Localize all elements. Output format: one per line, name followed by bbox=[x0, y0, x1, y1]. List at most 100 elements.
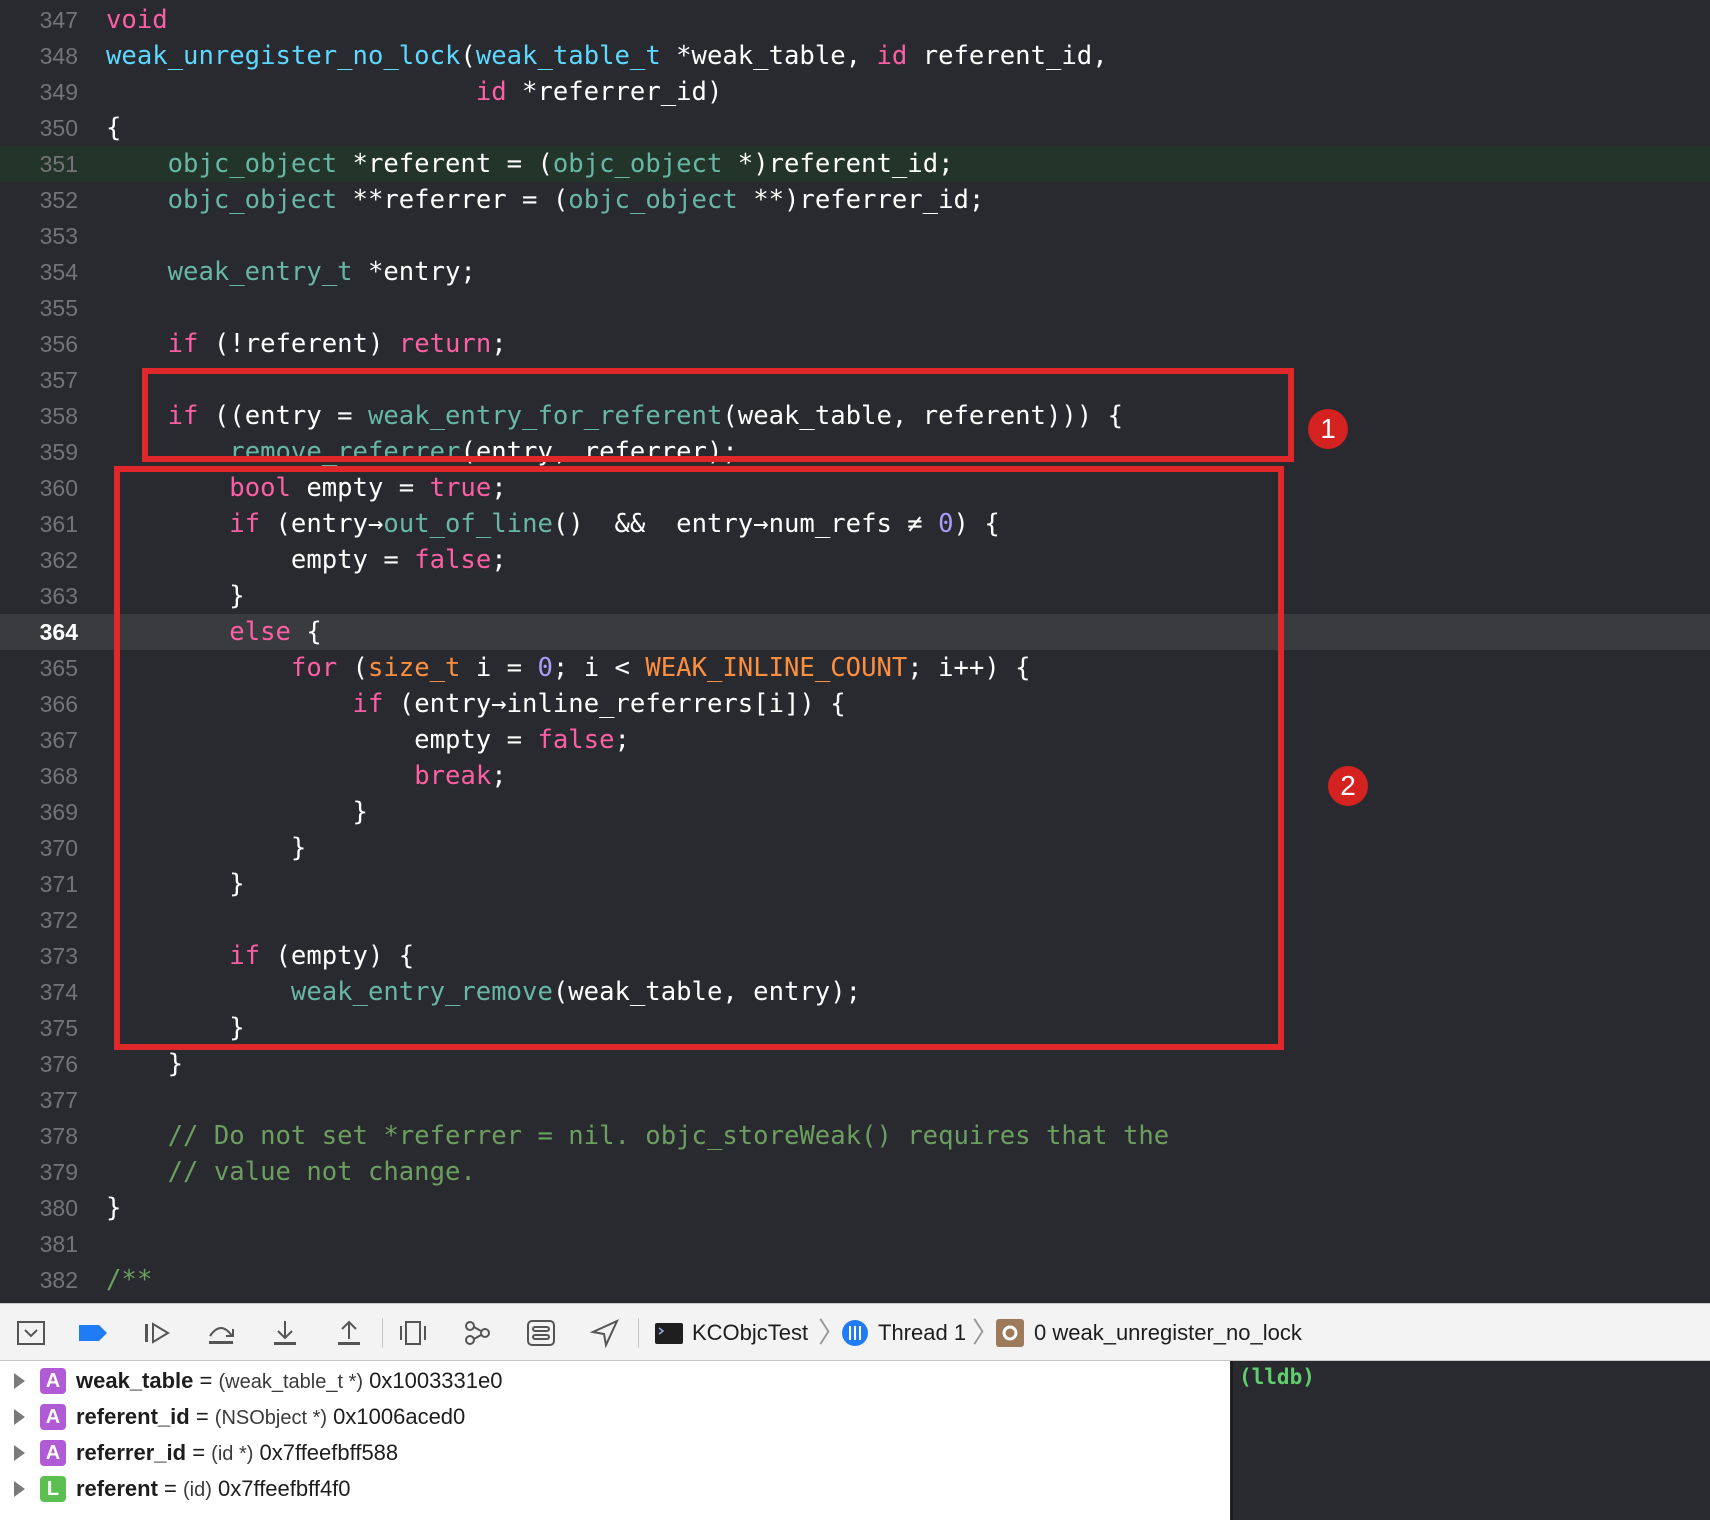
line-number[interactable]: 380 bbox=[0, 1190, 78, 1226]
line-number[interactable]: 355 bbox=[0, 290, 78, 326]
code-line[interactable]: 381 bbox=[0, 1226, 1710, 1262]
line-number[interactable]: 374 bbox=[0, 974, 78, 1010]
variable-type: (id) bbox=[183, 1479, 212, 1501]
line-number[interactable]: 356 bbox=[0, 326, 78, 362]
continue-icon[interactable] bbox=[142, 1318, 172, 1348]
breakpoints-toggle-icon[interactable] bbox=[78, 1318, 108, 1348]
line-number[interactable]: 371 bbox=[0, 866, 78, 902]
variable-equals: = bbox=[157, 1476, 183, 1501]
source-editor[interactable]: 347 void 348 weak_unregister_no_lock(weak_t… bbox=[0, 0, 1710, 1303]
line-number[interactable]: 368 bbox=[0, 758, 78, 794]
line-number[interactable]: 381 bbox=[0, 1226, 78, 1262]
line-number[interactable]: 382 bbox=[0, 1262, 78, 1298]
code-line[interactable]: 354 weak_entry_t *entry; bbox=[0, 254, 1710, 290]
disclosure-triangle-icon[interactable] bbox=[14, 1409, 25, 1425]
code-line[interactable]: 356 if (!referent) return; bbox=[0, 326, 1710, 362]
line-number[interactable]: 366 bbox=[0, 686, 78, 722]
code-token: // value not change. bbox=[167, 1157, 476, 1187]
variable-row[interactable]: Aweak_table = (weak_table_t *) 0x1003331… bbox=[0, 1363, 1230, 1399]
line-number[interactable]: 352 bbox=[0, 182, 78, 218]
step-out-icon[interactable] bbox=[334, 1318, 364, 1348]
disclosure-triangle-icon[interactable] bbox=[14, 1445, 25, 1461]
variable-text: referrer_id = (id *) 0x7ffeefbff588 bbox=[76, 1435, 398, 1472]
variable-row[interactable]: Areferrer_id = (id *) 0x7ffeefbff588 bbox=[0, 1435, 1230, 1471]
code-token: weak_entry_t bbox=[167, 257, 353, 287]
variable-kind-badge: A bbox=[40, 1404, 66, 1430]
code-text: // Do not set *referrer = nil. objc_stor… bbox=[106, 1118, 1170, 1154]
line-number[interactable]: 359 bbox=[0, 434, 78, 470]
line-number[interactable]: 360 bbox=[0, 470, 78, 506]
variable-text: referent = (id) 0x7ffeefbff4f0 bbox=[76, 1471, 351, 1508]
code-line[interactable]: 350 { bbox=[0, 110, 1710, 146]
step-into-icon[interactable] bbox=[270, 1318, 300, 1348]
code-line[interactable]: 348 weak_unregister_no_lock(weak_table_t … bbox=[0, 38, 1710, 74]
line-number[interactable]: 348 bbox=[0, 38, 78, 74]
line-number[interactable]: 354 bbox=[0, 254, 78, 290]
code-token: objc_object bbox=[167, 185, 338, 215]
line-number[interactable]: 358 bbox=[0, 398, 78, 434]
line-number[interactable]: 347 bbox=[0, 2, 78, 38]
code-token: **)referrer_id; bbox=[737, 185, 985, 215]
code-token: (!referent) bbox=[198, 329, 399, 359]
line-number[interactable]: 372 bbox=[0, 902, 78, 938]
line-number[interactable]: 362 bbox=[0, 542, 78, 578]
variable-name: weak_table bbox=[76, 1368, 194, 1393]
environment-overrides-icon[interactable] bbox=[526, 1318, 556, 1348]
code-token: *entry; bbox=[352, 257, 476, 287]
annotation-box-2 bbox=[114, 466, 1284, 1050]
debug-toolbar: KCObjcTest 〉 Thread 1 〉 0 weak_unregiste… bbox=[0, 1303, 1710, 1361]
code-line[interactable]: 351 objc_object *referent = (objc_object… bbox=[0, 146, 1710, 182]
line-number[interactable]: 377 bbox=[0, 1082, 78, 1118]
stack-frame-icon bbox=[996, 1319, 1024, 1347]
process-crumb[interactable]: KCObjcTest bbox=[692, 1304, 808, 1362]
line-number[interactable]: 373 bbox=[0, 938, 78, 974]
frame-crumb[interactable]: 0 weak_unregister_no_lock bbox=[1034, 1304, 1302, 1362]
line-number[interactable]: 378 bbox=[0, 1118, 78, 1154]
line-number[interactable]: 349 bbox=[0, 74, 78, 110]
step-over-icon[interactable] bbox=[206, 1318, 236, 1348]
code-line[interactable]: 378 // Do not set *referrer = nil. objc_… bbox=[0, 1118, 1710, 1154]
line-number[interactable]: 375 bbox=[0, 1010, 78, 1046]
line-number[interactable]: 363 bbox=[0, 578, 78, 614]
line-number[interactable]: 357 bbox=[0, 362, 78, 398]
code-line[interactable]: 355 bbox=[0, 290, 1710, 326]
code-line[interactable]: 382 /** bbox=[0, 1262, 1710, 1298]
line-number[interactable]: 370 bbox=[0, 830, 78, 866]
code-line[interactable]: 349 id *referrer_id) bbox=[0, 74, 1710, 110]
view-hierarchy-icon[interactable] bbox=[398, 1318, 428, 1348]
line-number[interactable]: 369 bbox=[0, 794, 78, 830]
code-line[interactable]: 376 } bbox=[0, 1046, 1710, 1082]
hide-debug-area-icon[interactable] bbox=[16, 1318, 46, 1348]
lldb-console[interactable]: (lldb) bbox=[1231, 1361, 1710, 1520]
code-line[interactable]: 377 bbox=[0, 1082, 1710, 1118]
variable-value: 0x1003331e0 bbox=[363, 1368, 503, 1393]
code-line[interactable]: 352 objc_object **referrer = (objc_objec… bbox=[0, 182, 1710, 218]
disclosure-triangle-icon[interactable] bbox=[14, 1373, 25, 1389]
memory-graph-icon[interactable] bbox=[462, 1318, 492, 1348]
code-text: objc_object *referent = (objc_object *)r… bbox=[106, 146, 954, 182]
code-line[interactable]: 353 bbox=[0, 218, 1710, 254]
variable-row[interactable]: Lreferent = (id) 0x7ffeefbff4f0 bbox=[0, 1471, 1230, 1507]
variable-row[interactable]: Areferent_id = (NSObject *) 0x1006aced0 bbox=[0, 1399, 1230, 1435]
line-number[interactable]: 365 bbox=[0, 650, 78, 686]
simulate-location-icon[interactable] bbox=[590, 1318, 620, 1348]
code-line[interactable]: 379 // value not change. bbox=[0, 1154, 1710, 1190]
line-number[interactable]: 376 bbox=[0, 1046, 78, 1082]
line-number[interactable]: 379 bbox=[0, 1154, 78, 1190]
variables-view: Aweak_table = (weak_table_t *) 0x1003331… bbox=[0, 1361, 1230, 1520]
line-number[interactable]: 353 bbox=[0, 218, 78, 254]
line-number[interactable]: 364 bbox=[0, 614, 78, 650]
code-line[interactable]: 380} bbox=[0, 1190, 1710, 1226]
line-number[interactable]: 361 bbox=[0, 506, 78, 542]
code-token: ; bbox=[491, 329, 507, 359]
code-line[interactable]: 347 void bbox=[0, 2, 1710, 38]
line-number[interactable]: 367 bbox=[0, 722, 78, 758]
line-number[interactable]: 350 bbox=[0, 110, 78, 146]
line-number[interactable]: 351 bbox=[0, 146, 78, 182]
disclosure-triangle-icon[interactable] bbox=[14, 1481, 25, 1497]
thread-crumb[interactable]: Thread 1 bbox=[878, 1304, 966, 1362]
code-token: objc_object bbox=[167, 149, 338, 179]
